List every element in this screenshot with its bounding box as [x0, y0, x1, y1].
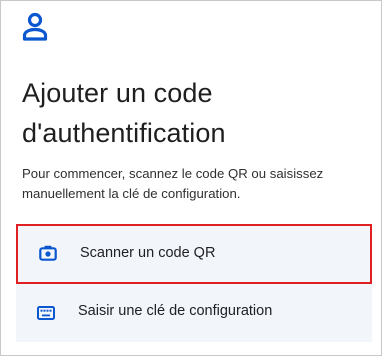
person-outline-icon — [22, 12, 48, 41]
enter-setup-key-button[interactable]: Saisir une clé de configuration — [16, 284, 372, 342]
instructions-text: Pour commencer, scannez le code QR ou sa… — [22, 166, 324, 201]
page-title: Ajouter un code d'authentification — [22, 78, 226, 148]
add-authenticator-code-screen: Ajouter un code d'authentification Pour … — [0, 0, 382, 356]
enter-setup-key-label: Saisir une clé de configuration — [78, 303, 273, 319]
scan-qr-code-label: Scanner un code QR — [80, 245, 216, 261]
keyboard-icon — [37, 306, 55, 320]
camera-icon — [39, 245, 57, 261]
scan-qr-code-button[interactable]: Scanner un code QR — [16, 224, 372, 284]
